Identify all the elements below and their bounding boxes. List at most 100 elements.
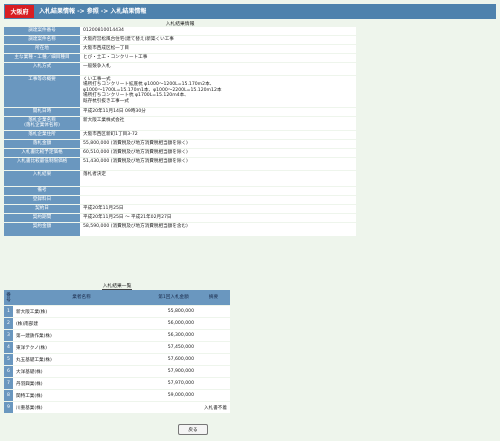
detail-row: 工事等の概要 くい工事一式 場所打ちコンクリート拡底杭 φ1000〜1200L=1…	[4, 76, 356, 107]
bid-note	[197, 354, 230, 365]
detail-row: 開札日時 平成20年11月14日 09時30分	[4, 108, 356, 116]
detail-value: 大阪府営松風台住宅(建て替え)新築くい工事	[80, 36, 356, 44]
detail-label: 契約日	[4, 204, 80, 213]
detail-value: 落札者決定	[80, 170, 356, 186]
bid-company-name: 第一建鉄作業(株)	[13, 330, 150, 341]
page-title: 入札結果情報 -> 参照 -> 入札結果情報	[39, 8, 147, 15]
detail-value: 51,430,000 (消費税及び地方消費税相当額を除く)	[80, 157, 356, 170]
detail-label: 調達案件番号	[4, 27, 80, 35]
bid-row: 9 川重基業(株) 入札書不着	[4, 402, 230, 413]
detail-row: 落札金額 55,800,000 (消費税及び地方消費税相当額を除く)	[4, 139, 356, 148]
detail-row: 落札企業名称 (落札企業体名称) 新大阪工業株式会社	[4, 117, 356, 130]
bid-note	[197, 390, 230, 401]
detail-label: 落札企業名称 (落札企業体名称)	[4, 117, 80, 130]
bid-results-table: 番号 業者名称 第1回入札金額 摘要 1 新大阪工業(株) 55,800,000 2(…	[4, 289, 230, 414]
bid-number: 4	[4, 342, 13, 353]
bid-note	[197, 318, 230, 329]
bid-amount: 56,000,000	[150, 318, 197, 329]
bid-number: 1	[4, 306, 13, 317]
page-header: 大阪府 入札結果情報 -> 参照 -> 入札結果情報	[4, 4, 496, 19]
bid-row: 8 関特工業(株) 59,000,000	[4, 390, 230, 401]
detail-row: 入札書比較予定価格 60,510,000 (消費税及び地方消費税相当額を除く)	[4, 148, 356, 157]
bid-number: 3	[4, 330, 13, 341]
column-header-company: 業者名称	[13, 290, 150, 305]
detail-value: くい工事一式 場所打ちコンクリート拡底杭 φ1000〜1200L=15.170m…	[80, 76, 356, 107]
detail-row: 入札書比較最低制限価格 51,430,000 (消費税及び地方消費税相当額を除く)	[4, 157, 356, 170]
detail-label: 契約金額	[4, 222, 80, 236]
bid-amount	[150, 402, 197, 413]
detail-row: 登録料日	[4, 195, 356, 204]
detail-label: 契約期間	[4, 213, 80, 222]
bid-company-name: 関特工業(株)	[13, 390, 150, 401]
bid-number: 2	[4, 318, 13, 329]
back-button[interactable]: 戻る	[178, 424, 208, 435]
bid-row: 1 新大阪工業(株) 55,800,000	[4, 306, 230, 317]
detail-row: 所在地 大阪市西成区松一丁目	[4, 45, 356, 53]
bid-row: 6 大洋基礎(株) 57,900,000	[4, 366, 230, 377]
bid-note	[197, 306, 230, 317]
bid-row: 2 (株)南部建 56,000,000	[4, 318, 230, 329]
detail-row: 入札結果 落札者決定	[4, 170, 356, 186]
detail-value: 一般競争入札	[80, 63, 356, 75]
bid-amount: 57,900,000	[150, 366, 197, 377]
detail-value: 平成20年11月14日 09時30分	[80, 108, 356, 116]
detail-value: 平成20年11月25日	[80, 204, 356, 213]
bid-number: 5	[4, 354, 13, 365]
detail-label: 落札金額	[4, 139, 80, 148]
detail-table: 調達案件番号 01200810014434 調達案件名称 大阪府営松風台住宅(建て替え…	[4, 26, 356, 237]
bid-number: 7	[4, 378, 13, 389]
bid-company-name: 大洋基礎(株)	[13, 366, 150, 377]
detail-row: 調達案件名称 大阪府営松風台住宅(建て替え)新築くい工事	[4, 36, 356, 44]
detail-label: 落札企業住所	[4, 130, 80, 139]
column-header-amount: 第1回入札金額	[150, 290, 197, 305]
detail-row: 落札企業住所 大阪市西区新町1丁目3-72	[4, 130, 356, 139]
detail-value	[80, 195, 356, 204]
detail-label: 入札方式	[4, 63, 80, 75]
bid-note: 入札書不着	[197, 402, 230, 413]
bid-note	[197, 342, 230, 353]
detail-value: 60,510,000 (消費税及び地方消費税相当額を除く)	[80, 148, 356, 157]
detail-label: 登録料日	[4, 195, 80, 204]
column-header-number: 番号	[4, 290, 13, 305]
bid-note	[197, 330, 230, 341]
detail-label: 調達案件名称	[4, 36, 80, 44]
detail-row: 調達案件番号 01200810014434	[4, 27, 356, 35]
bid-row: 3 第一建鉄作業(株) 56,300,000	[4, 330, 230, 341]
bid-note	[197, 366, 230, 377]
bid-amount: 59,000,000	[150, 390, 197, 401]
detail-value: 58,590,000 (消費税及び地方消費税相当額を含む)	[80, 222, 356, 236]
bid-header-row: 番号 業者名称 第1回入札金額 摘要	[4, 290, 230, 305]
detail-row: 主な業種・工種／細目種目 とび・土工・コンクリート工事	[4, 54, 356, 62]
prefecture-badge: 大阪府	[5, 5, 34, 18]
bid-row: 7 丹羽興業(株) 57,970,000	[4, 378, 230, 389]
detail-label: 入札結果	[4, 170, 80, 186]
bids-section-title: 入札結果一覧	[101, 284, 133, 290]
bid-number: 8	[4, 390, 13, 401]
bid-amount: 57,970,000	[150, 378, 197, 389]
bid-company-name: 丸五基礎工業(株)	[13, 354, 150, 365]
detail-row: 入札方式 一般競争入札	[4, 63, 356, 75]
detail-value: 大阪市西区新町1丁目3-72	[80, 130, 356, 139]
detail-label: 備考	[4, 186, 80, 195]
detail-value: 01200810014434	[80, 27, 356, 35]
bid-amount: 57,450,000	[150, 342, 197, 353]
detail-row: 備考	[4, 186, 356, 195]
bid-company-name: 丹羽興業(株)	[13, 378, 150, 389]
detail-value	[80, 186, 356, 195]
bid-row: 5 丸五基礎工業(株) 57,600,000	[4, 354, 230, 365]
detail-label: 入札書比較最低制限価格	[4, 157, 80, 170]
detail-label: 開札日時	[4, 108, 80, 116]
detail-value: 55,800,000 (消費税及び地方消費税相当額を除く)	[80, 139, 356, 148]
detail-label: 主な業種・工種／細目種目	[4, 54, 80, 62]
detail-value: 大阪市西成区松一丁目	[80, 45, 356, 53]
detail-label: 工事等の概要	[4, 76, 80, 107]
bid-company-name: 新大阪工業(株)	[13, 306, 150, 317]
bid-amount: 56,300,000	[150, 330, 197, 341]
bid-company-name: 東洋テクノ(株)	[13, 342, 150, 353]
bid-number: 6	[4, 366, 13, 377]
detail-value: 平成20年11月25日 〜 平成21年02月27日	[80, 213, 356, 222]
bid-company-name: 川重基業(株)	[13, 402, 150, 413]
detail-value: 新大阪工業株式会社	[80, 117, 356, 130]
detail-row: 契約金額 58,590,000 (消費税及び地方消費税相当額を含む)	[4, 222, 356, 236]
column-header-note: 摘要	[197, 290, 230, 305]
